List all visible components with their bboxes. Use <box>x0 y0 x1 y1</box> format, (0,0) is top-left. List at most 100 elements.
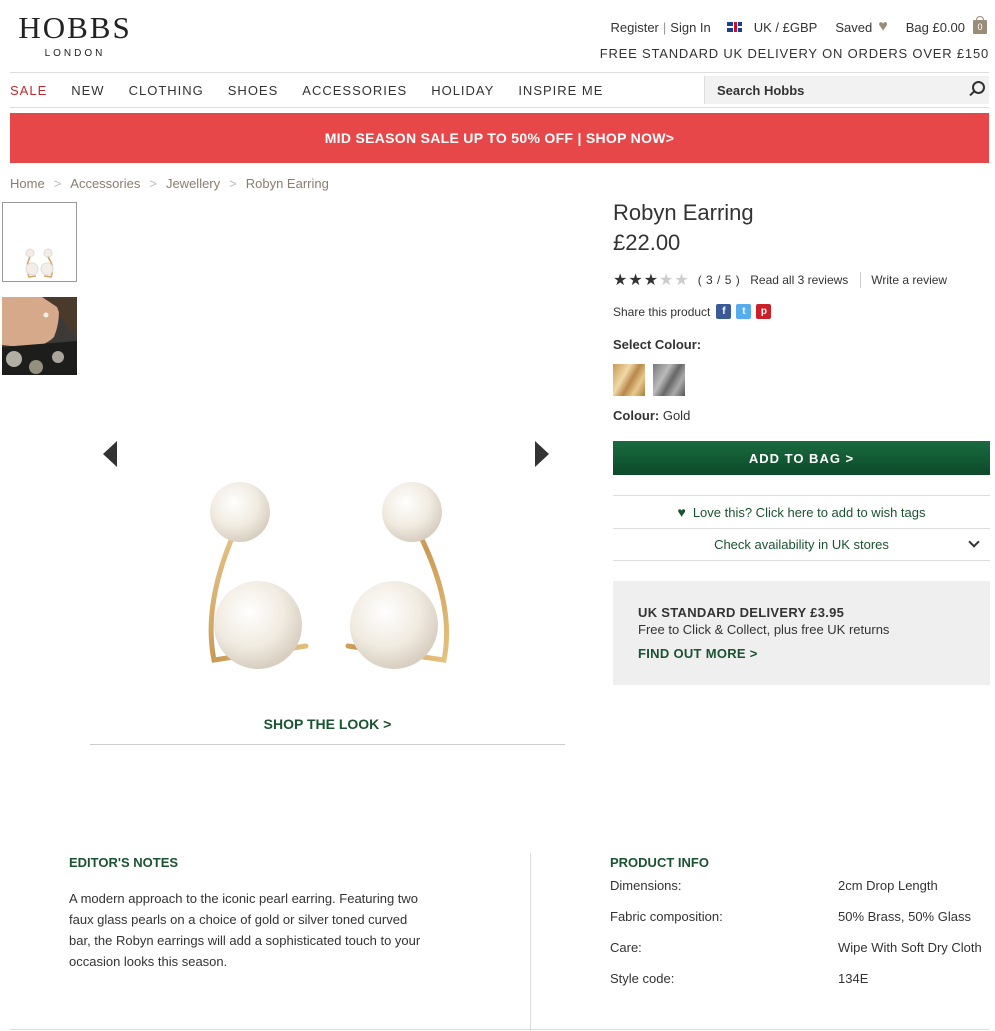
breadcrumb-accessories[interactable]: Accessories <box>70 176 140 191</box>
delivery-subtitle: Free to Click & Collect, plus free UK re… <box>638 622 890 637</box>
sign-in-link[interactable]: Sign In <box>670 20 710 35</box>
rating-score: ( 3 / 5 ) <box>697 273 741 287</box>
heart-icon: ♥ <box>677 504 686 520</box>
share-row: Share this product f t p <box>613 304 990 319</box>
select-colour-label: Select Colour: <box>613 337 702 352</box>
logo-wordmark: HOBBS <box>18 10 132 45</box>
breadcrumb-separator: > <box>229 176 237 191</box>
info-label: Style code: <box>610 971 675 986</box>
share-label: Share this product <box>613 304 711 319</box>
uk-flag-icon <box>726 22 742 32</box>
read-reviews-link[interactable]: Read all 3 reviews <box>750 273 848 287</box>
free-delivery-message: FREE STANDARD UK DELIVERY ON ORDERS OVER… <box>599 46 989 61</box>
colour-value: Gold <box>662 408 691 423</box>
bag-label: Bag £0.00 <box>905 19 965 35</box>
chevron-down-icon <box>968 536 980 548</box>
divider <box>860 272 862 288</box>
nav-item-clothing[interactable]: CLOTHING <box>129 83 204 98</box>
search-icon[interactable] <box>961 76 989 104</box>
breadcrumb-current: Robyn Earring <box>245 176 329 191</box>
swatch-silver[interactable] <box>653 364 685 396</box>
breadcrumb: Home > Accessories > Jewellery > Robyn E… <box>10 176 329 191</box>
previous-image-arrow-icon[interactable] <box>103 441 117 467</box>
check-availability-toggle[interactable]: Check availability in UK stores <box>613 529 990 561</box>
breadcrumb-separator: > <box>149 176 157 191</box>
main-nav: SALE NEW CLOTHING SHOES ACCESSORIES HOLI… <box>10 72 989 108</box>
nav-item-shoes[interactable]: SHOES <box>228 83 279 98</box>
nav-item-holiday[interactable]: HOLIDAY <box>431 83 494 98</box>
info-label: Dimensions: <box>610 878 682 893</box>
search-box[interactable]: Search Hobbs <box>704 76 989 104</box>
info-value: 50% Brass, 50% Glass <box>838 909 971 924</box>
info-value: 2cm Drop Length <box>838 878 938 893</box>
product-title: Robyn Earring <box>613 200 754 225</box>
info-value: Wipe With Soft Dry Cloth <box>838 940 982 955</box>
shopping-bag-icon: 0 <box>973 16 987 34</box>
product-info-row: Care: Wipe With Soft Dry Cloth <box>610 932 995 963</box>
earring-thumbnail-image <box>25 248 54 278</box>
account-bar: Register | Sign In UK / £GBP Saved ♥ Bag… <box>610 16 987 36</box>
editors-notes: EDITOR'S NOTES A modern approach to the … <box>69 855 429 972</box>
locale-selector[interactable]: UK / £GBP <box>754 20 818 35</box>
pinterest-icon[interactable]: p <box>756 304 772 319</box>
twitter-icon[interactable]: t <box>736 304 752 319</box>
wishlist-link[interactable]: ♥ Love this? Click here to add to wish t… <box>613 495 990 529</box>
nav-item-sale[interactable]: SALE <box>10 83 47 98</box>
section-divider <box>530 853 531 1031</box>
editors-notes-text: A modern approach to the iconic pearl ea… <box>69 891 421 969</box>
thumbnail-product[interactable] <box>2 202 77 282</box>
product-info-row: Style code: 134E <box>610 963 995 994</box>
editors-notes-title: EDITOR'S NOTES <box>69 855 179 870</box>
nav-item-accessories[interactable]: ACCESSORIES <box>302 83 407 98</box>
next-image-arrow-icon[interactable] <box>535 441 549 467</box>
heart-icon: ♥ <box>878 18 888 35</box>
thumbnail-model[interactable] <box>2 297 77 375</box>
nav-item-new[interactable]: NEW <box>71 83 104 98</box>
add-to-bag-button[interactable]: ADD TO BAG > <box>613 441 990 475</box>
register-link[interactable]: Register <box>610 20 658 35</box>
swatch-gold[interactable] <box>613 364 645 396</box>
bag-link[interactable]: Bag £0.00 0 <box>905 16 987 35</box>
product-details: Robyn Earring £22.00 ★★★★★ ( 3 / 5 ) Rea… <box>613 200 990 685</box>
breadcrumb-home[interactable]: Home <box>10 176 45 191</box>
rating-row: ★★★★★ ( 3 / 5 ) Read all 3 reviews Write… <box>613 270 990 290</box>
saved-link[interactable]: Saved ♥ <box>835 18 887 36</box>
divider <box>10 1029 989 1030</box>
star-empty-icon: ★ <box>659 272 674 289</box>
info-label: Care: <box>610 940 642 955</box>
breadcrumb-jewellery[interactable]: Jewellery <box>166 176 220 191</box>
logo-subtext: LONDON <box>44 48 106 59</box>
info-value: 134E <box>838 971 869 986</box>
colour-label: Colour: <box>613 408 660 423</box>
breadcrumb-separator: > <box>53 176 62 191</box>
model-thumbnail-image <box>2 297 77 375</box>
colour-swatches <box>613 364 990 396</box>
product-info-title: PRODUCT INFO <box>610 855 709 870</box>
selected-colour: Colour: Gold <box>613 408 990 423</box>
delivery-title: UK STANDARD DELIVERY £3.95 <box>638 605 845 620</box>
main-product-image <box>90 200 565 700</box>
star-empty-icon: ★ <box>674 272 689 289</box>
star-filled-icon: ★ <box>613 272 628 289</box>
star-filled-icon: ★ <box>628 272 643 289</box>
saved-label: Saved <box>835 19 873 35</box>
divider: | <box>662 19 667 35</box>
nav-item-inspire-me[interactable]: INSPIRE ME <box>518 83 603 98</box>
shop-the-look-link[interactable]: SHOP THE LOOK > <box>90 716 565 745</box>
star-rating: ★★★★★ <box>613 270 690 290</box>
product-info-row: Fabric composition: 50% Brass, 50% Glass <box>610 901 995 932</box>
delivery-info-box: UK STANDARD DELIVERY £3.95 Free to Click… <box>613 581 990 685</box>
info-label: Fabric composition: <box>610 909 723 924</box>
availability-label: Check availability in UK stores <box>714 537 889 552</box>
search-input[interactable]: Search Hobbs <box>717 83 961 98</box>
wishlist-label: Love this? Click here to add to wish tag… <box>692 504 926 520</box>
product-info: PRODUCT INFO Dimensions: 2cm Drop Length… <box>610 855 995 994</box>
facebook-icon[interactable]: f <box>716 304 732 319</box>
star-filled-icon: ★ <box>643 272 659 289</box>
find-out-more-link[interactable]: FIND OUT MORE > <box>638 646 965 661</box>
sale-banner[interactable]: MID SEASON SALE UP TO 50% OFF | SHOP NOW… <box>10 113 989 163</box>
write-review-link[interactable]: Write a review <box>871 273 947 287</box>
product-info-row: Dimensions: 2cm Drop Length <box>610 870 995 901</box>
hobbs-logo[interactable]: HOBBS LONDON <box>10 10 140 60</box>
earring-main-image <box>208 482 450 669</box>
